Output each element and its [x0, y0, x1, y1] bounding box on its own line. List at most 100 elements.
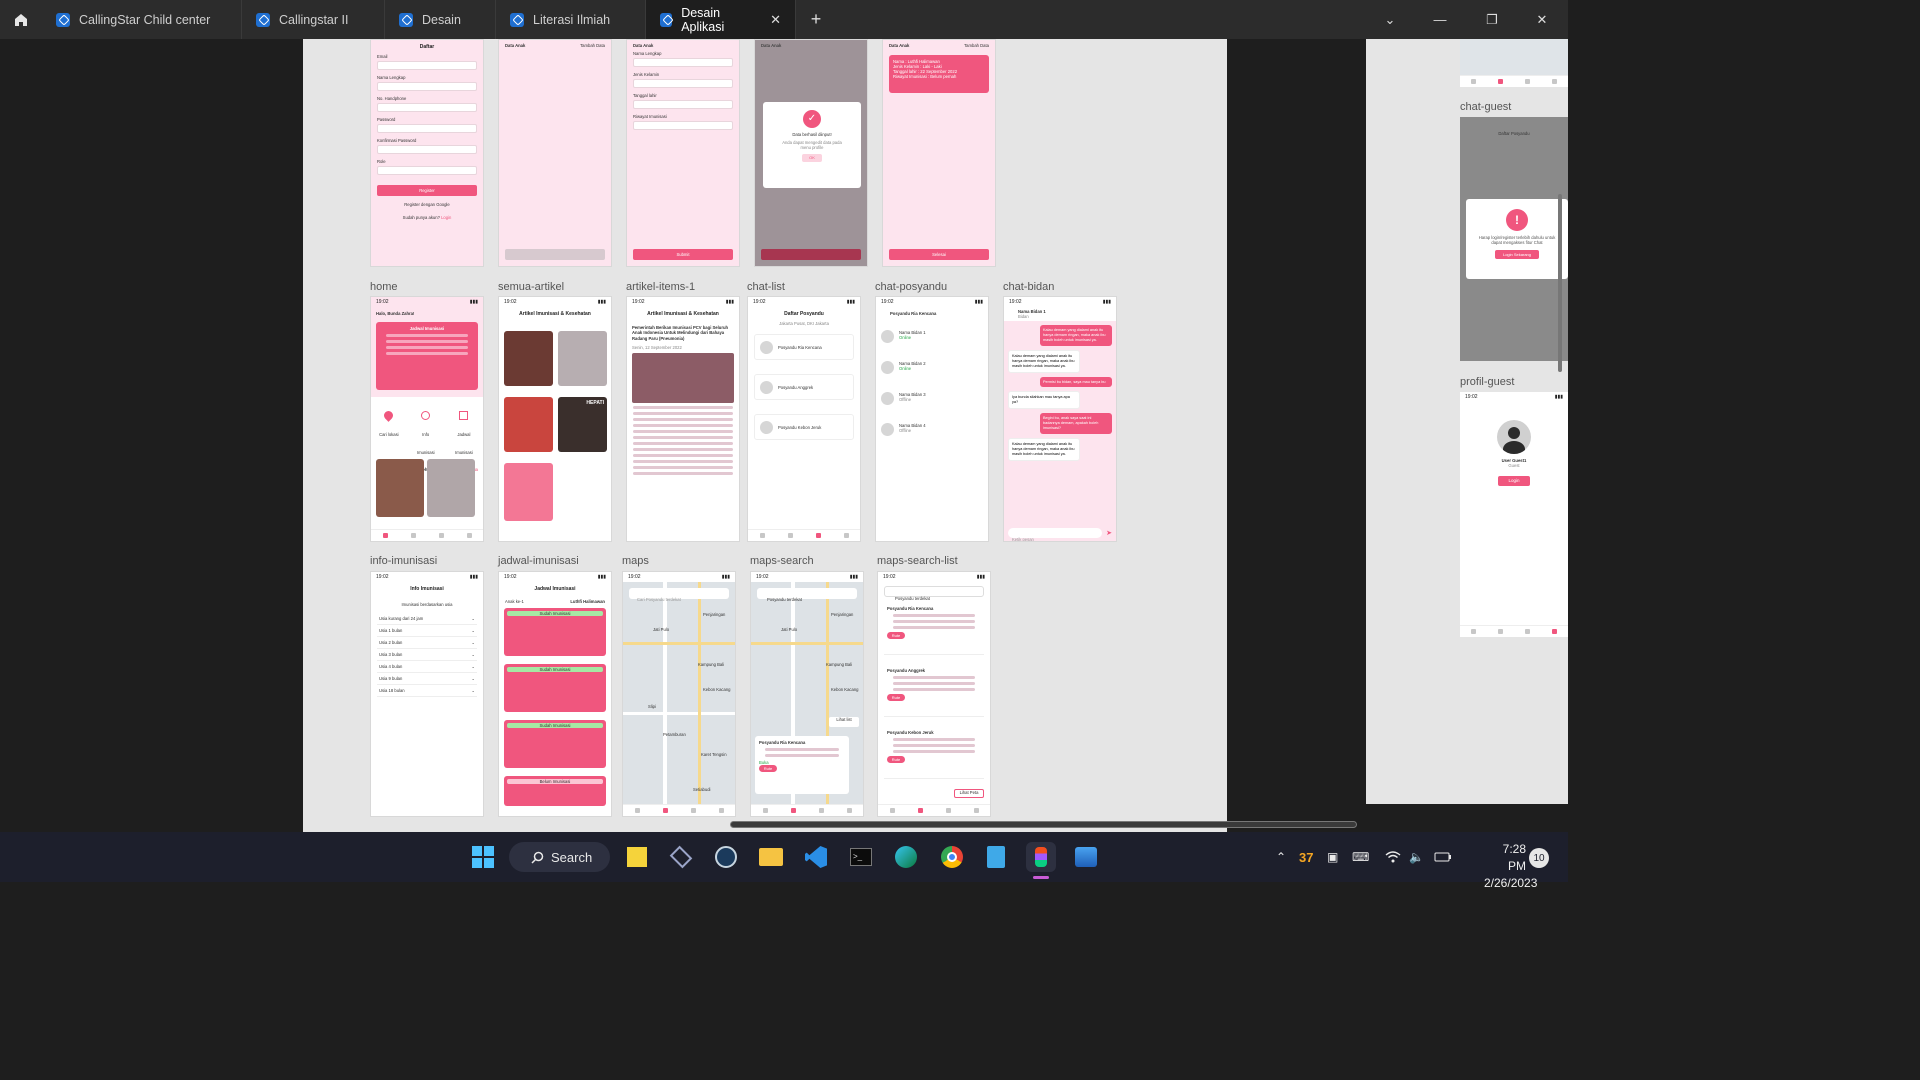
- frame-label-chat-guest[interactable]: chat-guest: [1460, 101, 1511, 113]
- article-thumbnail[interactable]: [427, 459, 475, 517]
- list-item[interactable]: Nama Bidan 3 Offline: [881, 392, 983, 405]
- chat-icon[interactable]: [438, 533, 444, 538]
- confirm-password-field[interactable]: [377, 145, 477, 154]
- age-list-item[interactable]: Usia 3 bulan ⌄: [377, 649, 477, 661]
- frame-label-home[interactable]: home: [370, 281, 398, 293]
- map-icon[interactable]: [410, 533, 416, 538]
- add-data-link[interactable]: Tambah Data: [964, 43, 989, 48]
- schedule-card[interactable]: Sudah Imunisasi: [504, 608, 606, 656]
- tray-app-icon[interactable]: ▣: [1327, 832, 1338, 882]
- rute-button[interactable]: Rute: [887, 694, 905, 701]
- register-google-link[interactable]: Register dengan Google: [371, 202, 483, 207]
- list-item[interactable]: Nama Bidan 1 Online: [881, 330, 983, 343]
- frame-label-maps-search-list[interactable]: maps-search-list: [877, 555, 958, 567]
- notepad-icon[interactable]: [981, 842, 1011, 872]
- ok-button[interactable]: OK: [802, 154, 822, 162]
- frame-maps-search-list[interactable]: 19:02 ▮▮▮ Posyandu terdekat Posyandu Ria …: [877, 571, 991, 817]
- tab-callingstar-child-center[interactable]: CallingStar Child center: [42, 0, 242, 39]
- age-list-item[interactable]: Usia 2 bulan ⌄: [377, 637, 477, 649]
- frame-info-imunisasi[interactable]: 19:02 ▮▮▮ Info Imunisasi Imunisasi berdas…: [370, 571, 484, 817]
- frame-data-anak-form[interactable]: Data Anak Nama Lengkap Jenis Kelamin Tan…: [626, 39, 740, 267]
- map-icon[interactable]: [917, 808, 923, 813]
- frame-chat-list[interactable]: 19:02 ▮▮▮ Daftar Posyandu Jakarta Pusat, …: [747, 296, 861, 542]
- steam-icon[interactable]: [711, 842, 741, 872]
- frame-chat-posyandu[interactable]: 19:02 ▮▮▮ Posyandu Ria Kencana Nama Bidan…: [875, 296, 989, 542]
- article-thumbnail[interactable]: [558, 331, 607, 386]
- chat-input[interactable]: Ketik pesan: [1008, 528, 1102, 541]
- article-thumbnail[interactable]: [504, 463, 553, 521]
- history-select[interactable]: [633, 121, 733, 130]
- canvas-right-area[interactable]: chat-guest Daftar Posyandu ! Harap login…: [1366, 39, 1568, 804]
- rute-button[interactable]: Rute: [887, 756, 905, 763]
- selesai-button[interactable]: Selesai: [889, 249, 989, 260]
- chevron-down-icon[interactable]: ⌄: [1364, 0, 1416, 39]
- map-search-input[interactable]: Cari Posyandu terdekat: [629, 588, 729, 602]
- close-window-button[interactable]: ✕: [1516, 0, 1568, 39]
- schedule-card[interactable]: Sudah Imunisasi: [504, 720, 606, 768]
- frame-label-info-imunisasi[interactable]: info-imunisasi: [370, 555, 437, 567]
- frame-label-chat-list[interactable]: chat-list: [747, 281, 785, 293]
- horizontal-scrollbar[interactable]: [730, 821, 1357, 828]
- frame-semua-artikel[interactable]: 19:02 ▮▮▮ Artikel Imunisasi & Kesehatan H…: [498, 296, 612, 542]
- frame-label-jadwal-imunisasi[interactable]: jadwal-imunisasi: [498, 555, 579, 567]
- list-item[interactable]: Posyandu Ria Kencana: [754, 334, 854, 360]
- photos-icon[interactable]: [1071, 842, 1101, 872]
- frame-label-chat-posyandu[interactable]: chat-posyandu: [875, 281, 947, 293]
- tab-callingstar-ii[interactable]: Callingstar II: [242, 0, 385, 39]
- notification-badge[interactable]: 10: [1529, 848, 1549, 868]
- login-button[interactable]: Login: [1498, 476, 1530, 486]
- age-list-item[interactable]: Usia 4 bulan ⌄: [377, 661, 477, 673]
- rute-button[interactable]: Rute: [759, 765, 777, 772]
- age-list-item[interactable]: Usia 9 bulan ⌄: [377, 673, 477, 685]
- frame-label-semua-artikel[interactable]: semua-artikel: [498, 281, 564, 293]
- weather-temp[interactable]: 37: [1299, 832, 1313, 882]
- child-index[interactable]: Anak ke-1: [505, 599, 524, 604]
- schedule-card[interactable]: Sudah Imunisasi: [504, 664, 606, 712]
- login-link-row[interactable]: Sudah punya akun? Login: [371, 215, 483, 220]
- password-field[interactable]: [377, 124, 477, 133]
- frame-label-chat-bidan[interactable]: chat-bidan: [1003, 281, 1054, 293]
- new-tab-button[interactable]: +: [796, 0, 836, 39]
- sticky-notes-icon[interactable]: [622, 842, 652, 872]
- lihat-list-button[interactable]: Lihat list: [829, 717, 859, 727]
- frame-profil-guest[interactable]: 19:02 ▮▮▮ User Guest1 Guest Login: [1460, 392, 1568, 637]
- map-icon[interactable]: [790, 808, 796, 813]
- age-list-item[interactable]: Usia kurang dari 24 jam ⌄: [377, 613, 477, 625]
- article-thumbnail[interactable]: [504, 397, 553, 452]
- app-icon[interactable]: [666, 842, 696, 872]
- vertical-scrollbar[interactable]: [1558, 194, 1562, 372]
- gender-select[interactable]: [633, 79, 733, 88]
- name-field[interactable]: [377, 82, 477, 91]
- vscode-icon[interactable]: [801, 842, 831, 872]
- frame-maps-partial[interactable]: [1460, 39, 1568, 87]
- show-hidden-icons[interactable]: ⌃: [1276, 832, 1286, 882]
- list-item[interactable]: Posyandu Anggrek: [754, 374, 854, 400]
- frame-artikel-items[interactable]: 19:02 ▮▮▮ Artikel Imunisasi & Kesehatan P…: [626, 296, 740, 542]
- tab-desain[interactable]: Desain: [385, 0, 496, 39]
- frame-label-maps[interactable]: maps: [622, 555, 649, 567]
- map-search-input[interactable]: Posyandu terdekat: [757, 588, 857, 602]
- email-field[interactable]: [377, 61, 477, 70]
- profile-icon[interactable]: [466, 533, 472, 538]
- frame-chat-guest[interactable]: Daftar Posyandu ! Harap login/register t…: [1460, 117, 1568, 361]
- list-item[interactable]: Nama Bidan 2 Online: [881, 361, 983, 374]
- age-list-item[interactable]: Usia 1 bulan ⌄: [377, 625, 477, 637]
- keyboard-icon[interactable]: ⌨: [1352, 832, 1369, 882]
- close-tab-icon[interactable]: ✕: [770, 12, 781, 28]
- login-now-button[interactable]: Login Sekarang: [1495, 250, 1539, 259]
- frame-label-profil-guest[interactable]: profil-guest: [1460, 376, 1514, 388]
- frame-maps[interactable]: 19:02 ▮▮▮ Penjaringan Jati Pulo Kampung B…: [622, 571, 736, 817]
- list-item[interactable]: Posyandu Kebon Jeruk: [754, 414, 854, 440]
- phone-field[interactable]: [377, 103, 477, 112]
- role-select[interactable]: [377, 166, 477, 175]
- figma-icon[interactable]: [1026, 842, 1056, 872]
- home-icon[interactable]: [382, 533, 388, 538]
- chat-icon[interactable]: [815, 533, 821, 538]
- jadwal-card[interactable]: Jadwal Imunisasi: [376, 322, 478, 390]
- dob-field[interactable]: [633, 100, 733, 109]
- taskbar-search[interactable]: Search: [509, 842, 610, 872]
- frame-maps-search[interactable]: 19:02 ▮▮▮ Penjaringan Jati Pulo Kampung B…: [750, 571, 864, 817]
- volume-icon[interactable]: 🔈: [1409, 832, 1424, 882]
- posyandu-card[interactable]: Posyandu Ria Kencana Buka Rute: [755, 736, 849, 794]
- send-icon[interactable]: ➤: [1106, 529, 1112, 537]
